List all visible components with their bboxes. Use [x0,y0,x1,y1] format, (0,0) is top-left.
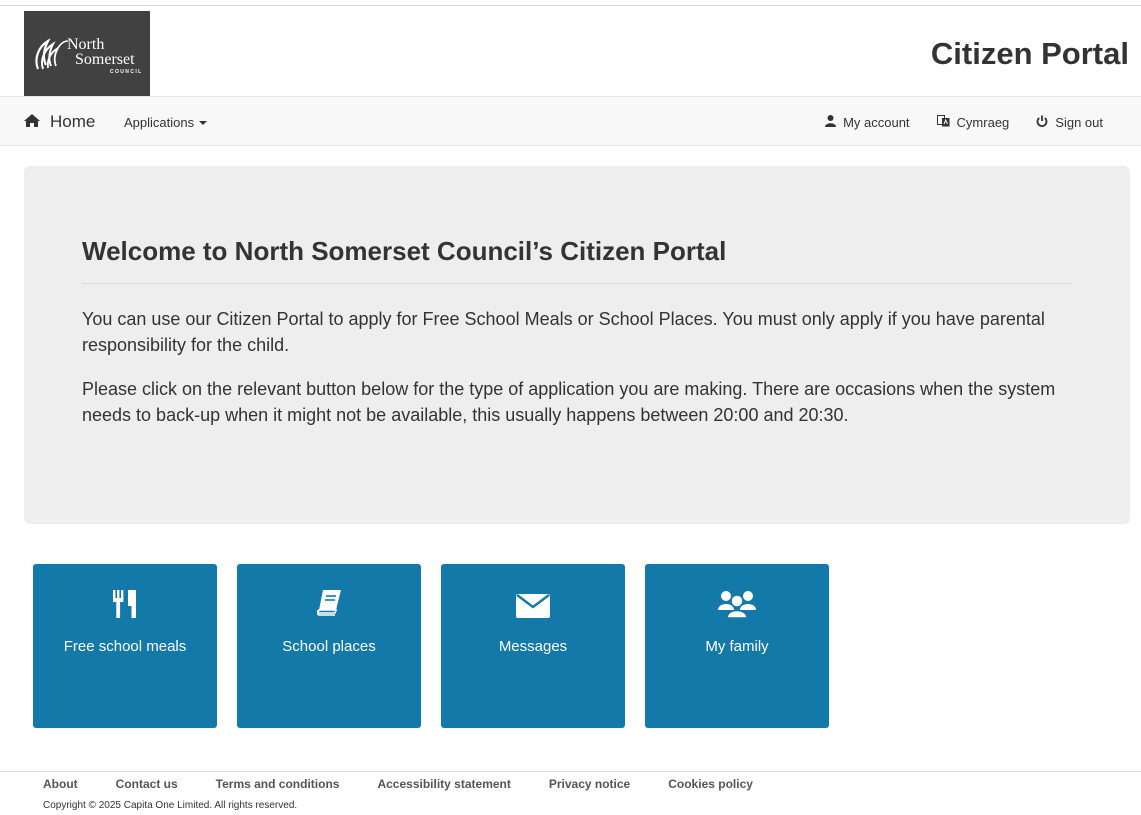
nav-sign-out-label: Sign out [1055,115,1103,130]
my-family-label: My family [705,638,769,655]
footer-divider [0,771,1141,772]
home-icon [24,112,40,132]
cutlery-icon [33,590,217,618]
site-header: North Somerset COUNCIL Citizen Portal [0,6,1141,96]
nav-language-label: Cymraeg [956,115,1010,130]
nav-applications-label: Applications [124,115,195,130]
welcome-divider [82,283,1072,284]
nav-home-label: Home [50,112,96,131]
caret-down-icon [199,120,208,125]
free-school-meals-button[interactable]: Free school meals [33,564,217,728]
footer-terms-link[interactable]: Terms and conditions [216,777,340,791]
nav-home-link[interactable]: Home [24,112,95,132]
footer-contact-link[interactable]: Contact us [116,777,178,791]
user-icon [825,115,837,130]
welcome-paragraph-1: You can use our Citizen Portal to apply … [82,309,1045,355]
welcome-panel: Welcome to North Somerset Council’s Citi… [24,166,1130,524]
messages-button[interactable]: Messages [441,564,625,728]
my-family-button[interactable]: My family [645,564,829,728]
book-icon [237,590,421,616]
council-logo[interactable]: North Somerset COUNCIL [24,11,150,96]
copyright-text: Copyright © 2025 Capita One Limited. All… [43,800,298,811]
nav-my-account-link[interactable]: My account [825,115,910,130]
nav-sign-out-link[interactable]: Sign out [1036,115,1103,130]
messages-label: Messages [498,638,568,655]
power-icon [1036,115,1048,130]
welcome-paragraph-2: Please click on the relevant button belo… [82,379,1056,425]
navbar: Home Applications My account Cymraeg Sig… [0,96,1141,146]
nav-applications-dropdown[interactable]: Applications [124,115,208,130]
nav-my-account-label: My account [843,115,910,130]
footer-privacy-link[interactable]: Privacy notice [549,777,630,791]
nav-language-link[interactable]: Cymraeg [936,115,1010,130]
welcome-heading: Welcome to North Somerset Council’s Citi… [82,236,727,266]
free-school-meals-label: Free school meals [63,638,187,655]
footer-about-link[interactable]: About [43,777,78,791]
school-places-button[interactable]: School places [237,564,421,728]
envelope-icon [441,590,625,618]
footer-links: About Contact us Terms and conditions Ac… [43,777,791,791]
logo-line-somerset: Somerset [75,51,135,68]
logo-line-council: COUNCIL [110,69,143,75]
users-icon [645,590,829,618]
footer-cookies-link[interactable]: Cookies policy [668,777,753,791]
nav-right-menu: My account Cymraeg Sign out [798,115,1103,130]
footer-accessibility-link[interactable]: Accessibility statement [377,777,510,791]
language-icon [936,115,950,130]
school-places-label: School places [282,638,376,655]
site-title: Citizen Portal [930,36,1129,71]
swan-logo-icon [35,38,68,70]
